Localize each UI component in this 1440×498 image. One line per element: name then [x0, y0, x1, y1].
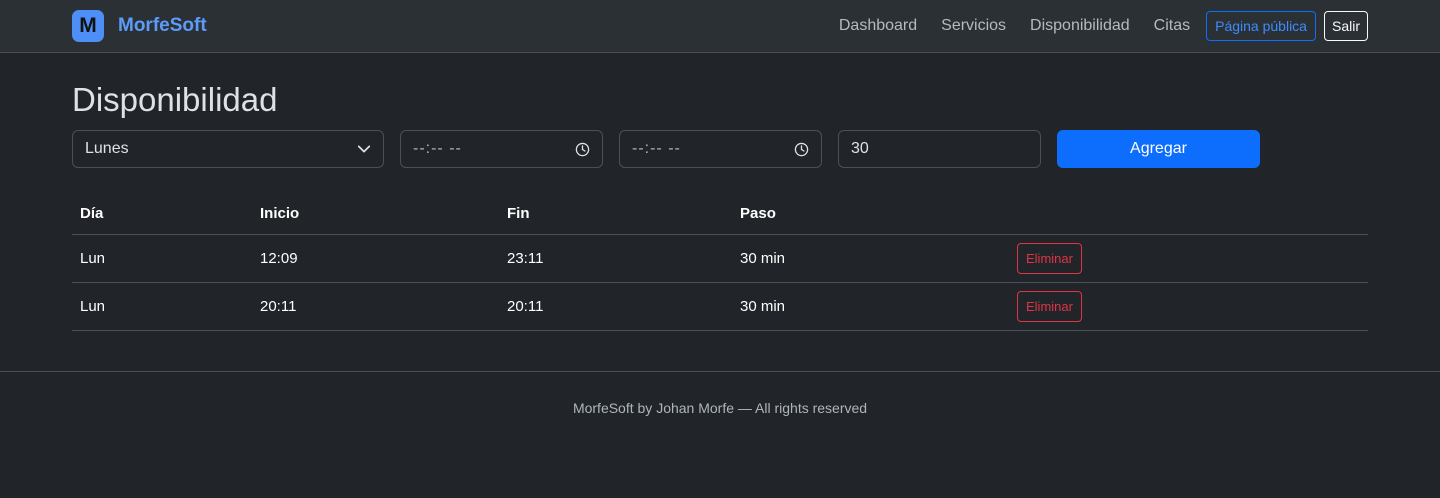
day-select-value: Lunes: [85, 140, 129, 157]
nav-links: Dashboard Servicios Disponibilidad Citas…: [839, 11, 1368, 41]
cell-day: Lun: [72, 282, 252, 331]
column-header-start: Inicio: [252, 194, 499, 235]
cell-end: 23:11: [499, 234, 732, 283]
column-header-actions: [1009, 194, 1368, 235]
delete-button[interactable]: Eliminar: [1017, 290, 1082, 322]
page-title: Disponibilidad: [72, 81, 278, 118]
day-select[interactable]: Lunes: [72, 130, 384, 168]
delete-button[interactable]: Eliminar: [1017, 242, 1082, 274]
step-input[interactable]: 30: [838, 130, 1041, 168]
logout-button[interactable]: Salir: [1323, 11, 1368, 41]
availability-table: Día Inicio Fin Paso Lun 12:09 23:11 30 m…: [72, 194, 1368, 331]
step-input-value: 30: [851, 140, 869, 157]
chevron-down-icon: [357, 142, 371, 156]
brand-logo-icon: M: [72, 10, 104, 42]
cell-start: 20:11: [252, 282, 499, 331]
end-time-value: --:-- --: [632, 140, 681, 157]
cell-day: Lun: [72, 234, 252, 283]
table-row: Lun 12:09 23:11 30 min Eliminar: [72, 234, 1368, 283]
end-time-input[interactable]: --:-- --: [619, 130, 822, 168]
start-time-input[interactable]: --:-- --: [400, 130, 603, 168]
cell-start: 12:09: [252, 234, 499, 283]
clock-icon[interactable]: [794, 142, 809, 157]
start-time-value: --:-- --: [413, 140, 462, 157]
nav-link-dashboard[interactable]: Dashboard: [839, 17, 917, 35]
cell-actions: Eliminar: [1009, 282, 1368, 331]
cell-end: 20:11: [499, 282, 732, 331]
nav-link-disponibilidad[interactable]: Disponibilidad: [1030, 17, 1130, 35]
nav-link-servicios[interactable]: Servicios: [941, 17, 1006, 35]
clock-icon[interactable]: [575, 142, 590, 157]
public-page-button[interactable]: Página pública: [1206, 11, 1316, 41]
column-header-end: Fin: [499, 194, 732, 235]
availability-form: Lunes --:-- -- --:-- -- 30 Agregar: [72, 130, 1368, 168]
column-header-day: Día: [72, 194, 252, 235]
brand-name: MorfeSoft: [118, 15, 207, 36]
nav-link-citas[interactable]: Citas: [1154, 17, 1190, 35]
cell-step: 30 min: [732, 282, 1009, 331]
add-button[interactable]: Agregar: [1057, 130, 1260, 168]
brand-link[interactable]: M MorfeSoft: [72, 10, 207, 42]
cell-step: 30 min: [732, 234, 1009, 283]
column-header-step: Paso: [732, 194, 1009, 235]
table-row: Lun 20:11 20:11 30 min Eliminar: [72, 282, 1368, 331]
cell-actions: Eliminar: [1009, 234, 1368, 283]
navbar: M MorfeSoft Dashboard Servicios Disponib…: [0, 0, 1440, 53]
footer: MorfeSoft by Johan Morfe — All rights re…: [0, 370, 1440, 416]
footer-text: MorfeSoft by Johan Morfe — All rights re…: [572, 399, 868, 416]
table-header-row: Día Inicio Fin Paso: [72, 194, 1368, 235]
main-content: Disponibilidad Lunes --:-- -- --:-- -- 3…: [0, 80, 1440, 331]
